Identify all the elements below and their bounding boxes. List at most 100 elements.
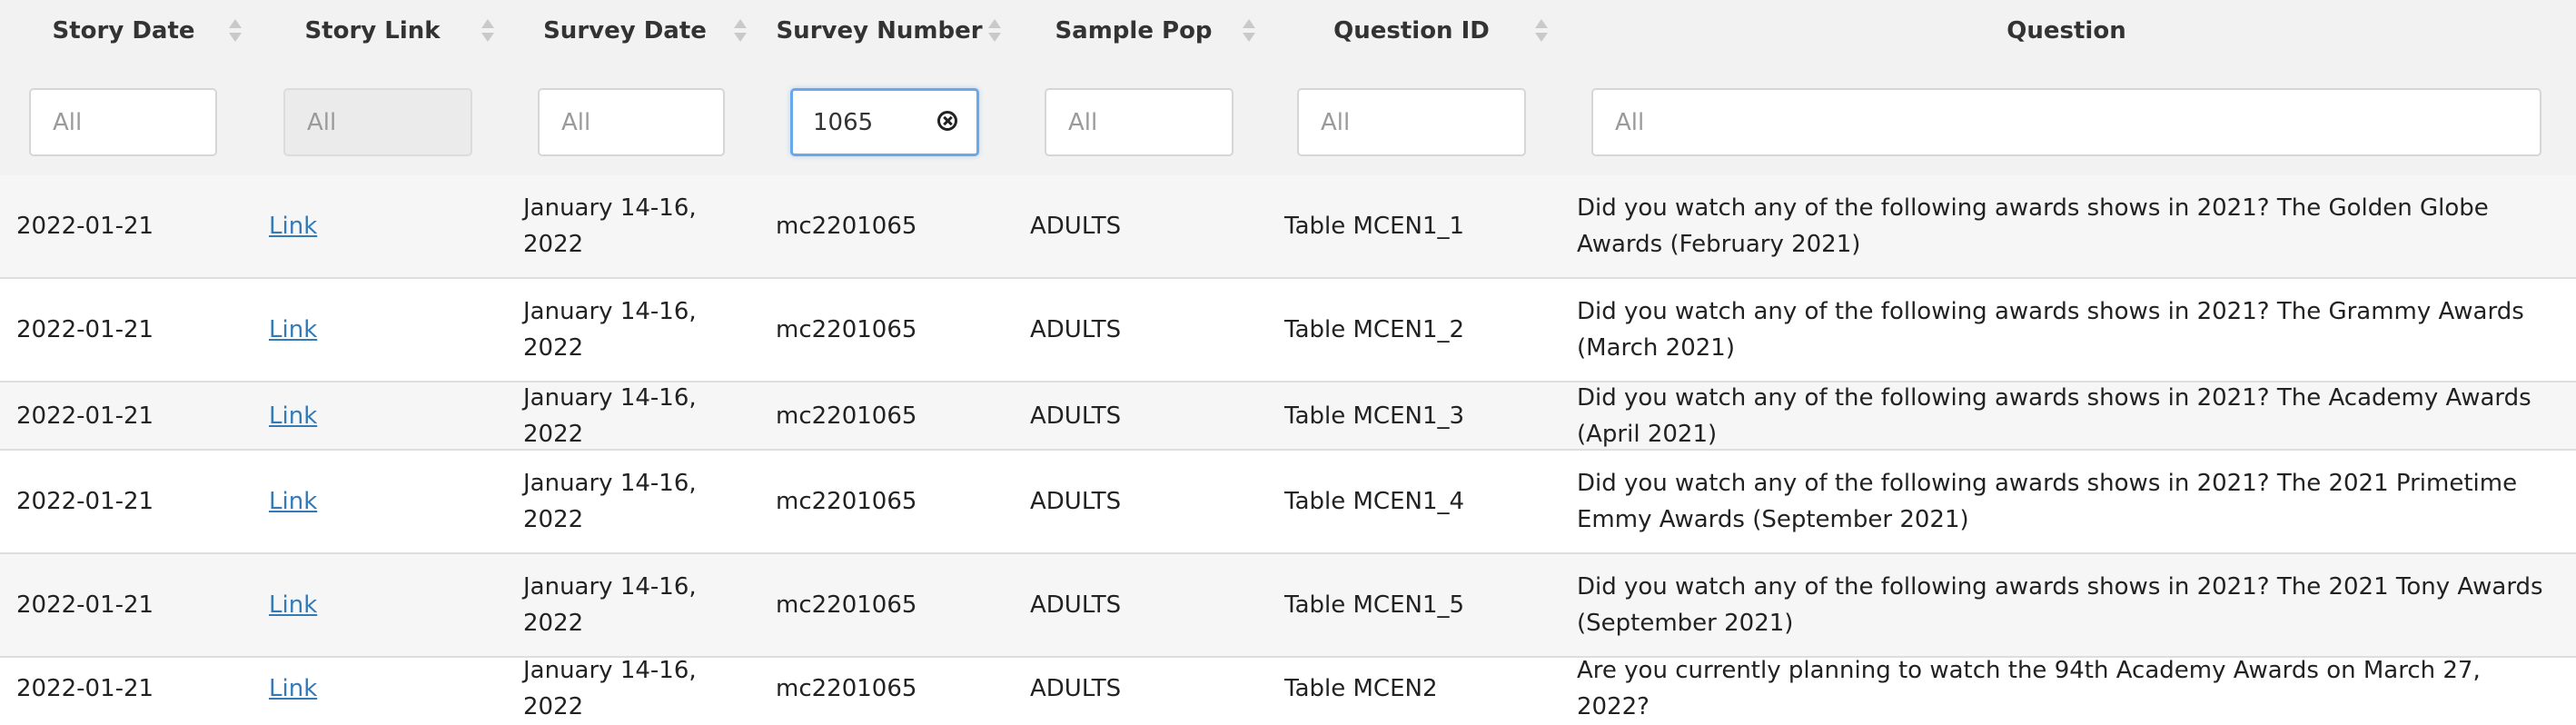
cell-survey-date-text: January 14-16, 2022	[523, 298, 697, 362]
cell-survey-date-text: January 14-16, 2022	[523, 194, 697, 258]
cell-question-id: Table MCEN1_2	[1284, 279, 1573, 381]
filter-survey-number-wrapper	[790, 88, 979, 156]
sort-arrows-icon[interactable]	[229, 18, 242, 45]
cell-survey-number-text: mc2201065	[776, 316, 917, 343]
cell-survey-number-text: mc2201065	[776, 591, 917, 619]
sort-arrows-icon[interactable]	[481, 18, 494, 45]
cell-story-date-text: 2022-01-21	[16, 213, 154, 240]
cell-question-id-text: Table MCEN1_2	[1284, 316, 1465, 343]
cell-story-date: 2022-01-21	[16, 382, 243, 449]
cell-sample-pop-text: ADULTS	[1030, 213, 1122, 240]
story-link[interactable]: Link	[269, 312, 317, 348]
story-link[interactable]: Link	[269, 398, 317, 434]
cell-survey-date: January 14-16, 2022	[523, 657, 748, 720]
cell-survey-number-text: mc2201065	[776, 675, 917, 702]
cell-story-link: Link	[269, 554, 494, 656]
table-row: 2022-01-21 Link January 14-16, 2022 mc22010…	[0, 175, 2576, 279]
table-row: 2022-01-21 Link January 14-16, 2022 mc22010…	[0, 451, 2576, 554]
cell-question-id-text: Table MCEN1_3	[1284, 402, 1465, 430]
cell-survey-date: January 14-16, 2022	[523, 451, 748, 552]
col-header-question-id[interactable]: Question ID	[1261, 0, 1562, 62]
cell-question: Did you watch any of the following award…	[1577, 175, 2552, 277]
cell-story-date: 2022-01-21	[16, 175, 243, 277]
filter-question-wrapper	[1591, 88, 2541, 156]
cell-question-text: Did you watch any of the following award…	[1577, 194, 2489, 258]
cell-survey-date-text: January 14-16, 2022	[523, 470, 697, 533]
cell-question-id-text: Table MCEN1_4	[1284, 488, 1465, 515]
cell-story-date-text: 2022-01-21	[16, 675, 154, 702]
cell-sample-pop: ADULTS	[1030, 451, 1257, 552]
col-header-question[interactable]: Question	[1562, 0, 2571, 62]
cell-question: Did you watch any of the following award…	[1577, 554, 2552, 656]
col-header-story-link[interactable]: Story Link	[247, 0, 498, 62]
cell-survey-number-text: mc2201065	[776, 402, 917, 430]
story-link[interactable]: Link	[269, 208, 317, 244]
cell-question-text: Did you watch any of the following award…	[1577, 298, 2524, 362]
filter-survey-date-input[interactable]	[538, 88, 725, 156]
filter-story-date-input[interactable]	[29, 88, 217, 156]
filter-question-id-wrapper	[1297, 88, 1526, 156]
story-link[interactable]: Link	[269, 587, 317, 623]
cell-story-link: Link	[269, 451, 494, 552]
cell-sample-pop: ADULTS	[1030, 175, 1257, 277]
cell-survey-date-text: January 14-16, 2022	[523, 573, 697, 637]
cell-question-id: Table MCEN1_1	[1284, 175, 1573, 277]
filter-story-link-wrapper	[283, 88, 472, 156]
cell-question-id: Table MCEN2	[1284, 658, 1573, 720]
cell-sample-pop-text: ADULTS	[1030, 402, 1122, 430]
cell-sample-pop-text: ADULTS	[1030, 488, 1122, 515]
sort-arrows-icon[interactable]	[1535, 18, 1548, 45]
cell-question: Did you watch any of the following award…	[1577, 279, 2552, 381]
cell-story-link: Link	[269, 658, 494, 720]
cell-survey-date: January 14-16, 2022	[523, 382, 748, 449]
story-link[interactable]: Link	[269, 670, 317, 707]
cell-sample-pop: ADULTS	[1030, 382, 1257, 449]
cell-survey-number: mc2201065	[776, 175, 1003, 277]
table-row: 2022-01-21 Link January 14-16, 2022 mc22010…	[0, 657, 2576, 720]
cell-sample-pop-text: ADULTS	[1030, 591, 1122, 619]
cell-story-link: Link	[269, 175, 494, 277]
cell-survey-date: January 14-16, 2022	[523, 554, 748, 656]
filter-sample-pop-input[interactable]	[1045, 88, 1234, 156]
cell-survey-date: January 14-16, 2022	[523, 279, 748, 381]
cell-story-date-text: 2022-01-21	[16, 316, 154, 343]
cell-question: Did you watch any of the following award…	[1577, 382, 2552, 449]
cell-sample-pop: ADULTS	[1030, 279, 1257, 381]
filter-question-input[interactable]	[1591, 88, 2541, 156]
cell-question-id-text: Table MCEN1_5	[1284, 591, 1465, 619]
cell-survey-date-text: January 14-16, 2022	[523, 657, 697, 720]
cell-story-date: 2022-01-21	[16, 451, 243, 552]
clear-filter-icon[interactable]	[937, 111, 957, 131]
sort-arrows-icon[interactable]	[1243, 18, 1255, 45]
cell-survey-number: mc2201065	[776, 451, 1003, 552]
cell-survey-date-text: January 14-16, 2022	[523, 383, 697, 448]
cell-sample-pop: ADULTS	[1030, 658, 1257, 720]
col-header-survey-date[interactable]: Survey Date	[498, 0, 752, 62]
cell-question-text: Did you watch any of the following award…	[1577, 573, 2543, 637]
filter-question-id-input[interactable]	[1297, 88, 1526, 156]
filter-story-link-input	[283, 88, 472, 156]
story-link[interactable]: Link	[269, 483, 317, 520]
cell-survey-number-text: mc2201065	[776, 488, 917, 515]
cell-question-id: Table MCEN1_3	[1284, 382, 1573, 449]
cell-question-id-text: Table MCEN1_1	[1284, 213, 1465, 240]
col-header-story-date[interactable]: Story Date	[0, 0, 247, 62]
cell-story-date-text: 2022-01-21	[16, 488, 154, 515]
table-row: 2022-01-21 Link January 14-16, 2022 mc22010…	[0, 382, 2576, 451]
cell-sample-pop-text: ADULTS	[1030, 675, 1122, 702]
cell-story-link: Link	[269, 279, 494, 381]
cell-question-text: Are you currently planning to watch the …	[1577, 657, 2481, 720]
cell-question-text: Did you watch any of the following award…	[1577, 383, 2531, 448]
col-header-survey-number[interactable]: Survey Number	[752, 0, 1006, 62]
cell-story-date: 2022-01-21	[16, 658, 243, 720]
cell-survey-number: mc2201065	[776, 382, 1003, 449]
sort-arrows-icon[interactable]	[734, 18, 747, 45]
cell-survey-number: mc2201065	[776, 554, 1003, 656]
sort-arrows-icon[interactable]	[988, 18, 1001, 45]
cell-sample-pop: ADULTS	[1030, 554, 1257, 656]
col-header-sample-pop[interactable]: Sample Pop	[1006, 0, 1261, 62]
cell-story-date: 2022-01-21	[16, 554, 243, 656]
cell-story-date-text: 2022-01-21	[16, 402, 154, 430]
filter-survey-date-wrapper	[538, 88, 725, 156]
cell-question-id: Table MCEN1_5	[1284, 554, 1573, 656]
